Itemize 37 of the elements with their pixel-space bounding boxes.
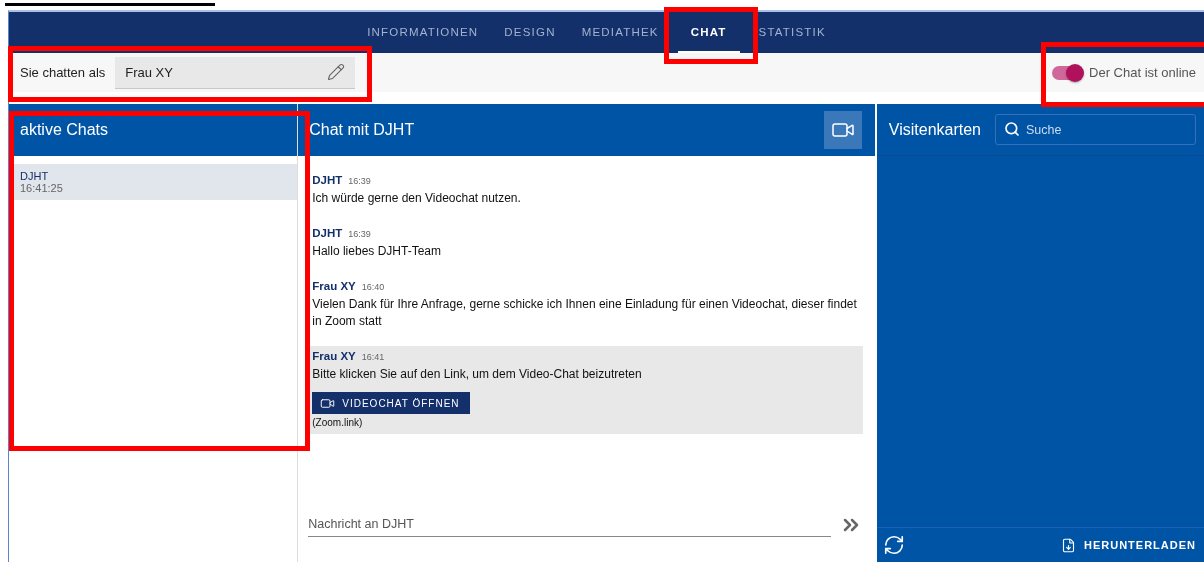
panel-title: Visitenkarten bbox=[888, 120, 981, 139]
open-videochat-button[interactable]: VIDEOCHAT ÖFFNEN bbox=[312, 392, 470, 414]
chat-time: 16:41:25 bbox=[20, 182, 64, 194]
name-value: Frau XY bbox=[125, 64, 173, 80]
pencil-icon[interactable] bbox=[327, 63, 346, 81]
search-field[interactable]: Suche bbox=[995, 114, 1196, 145]
message-text: Hallo liebes DJHT-Team bbox=[312, 243, 442, 260]
online-switch[interactable] bbox=[1052, 65, 1083, 80]
message-time: 16:39 bbox=[348, 229, 371, 239]
message-author: Frau XY bbox=[312, 350, 356, 362]
message-text: Bitte klicken Sie auf den Link, um dem Video-Chat beizutreten bbox=[312, 366, 643, 383]
nav-tab[interactable]: STATISTIK bbox=[745, 12, 839, 53]
search-icon bbox=[1004, 121, 1020, 137]
message-time: 16:40 bbox=[361, 282, 385, 292]
nav-tab[interactable]: MEDIATHEK bbox=[568, 12, 672, 53]
panel-title: Chat mit DJHT bbox=[309, 121, 415, 139]
panel-title: aktive Chats bbox=[20, 121, 109, 139]
identity-label: Sie chatten als bbox=[20, 65, 106, 80]
video-call-button[interactable] bbox=[823, 111, 862, 149]
message-time: 16:41 bbox=[361, 352, 385, 362]
message-time: 16:39 bbox=[348, 176, 371, 186]
nav-tab[interactable]: INFORMATIONEN bbox=[354, 12, 492, 53]
message-author: DJHT bbox=[312, 174, 343, 186]
switch-label: Der Chat ist online bbox=[1089, 65, 1196, 80]
refresh-icon bbox=[882, 534, 905, 556]
nav-tab[interactable]: DESIGN bbox=[491, 12, 569, 53]
message-text: Ich würde gerne den Videochat nutzen. bbox=[312, 190, 522, 207]
message-author: Frau XY bbox=[312, 280, 356, 292]
message-input[interactable]: Nachricht an DJHT bbox=[308, 513, 831, 537]
link-note: (Zoom.link) bbox=[312, 417, 364, 428]
download-button[interactable]: HERUNTERLADEN bbox=[1061, 537, 1196, 553]
file-download-icon bbox=[1061, 537, 1076, 553]
chat-name: DJHT bbox=[20, 170, 50, 182]
name-field[interactable]: Frau XY bbox=[115, 56, 356, 89]
message-author: DJHT bbox=[312, 227, 343, 239]
refresh-button[interactable] bbox=[882, 534, 905, 556]
message-text: Vielen Dank für Ihre Anfrage, gerne schicke ich Ihnen eine Einladung für einen Videochat, dieser findet in Zoom statt bbox=[312, 296, 858, 330]
